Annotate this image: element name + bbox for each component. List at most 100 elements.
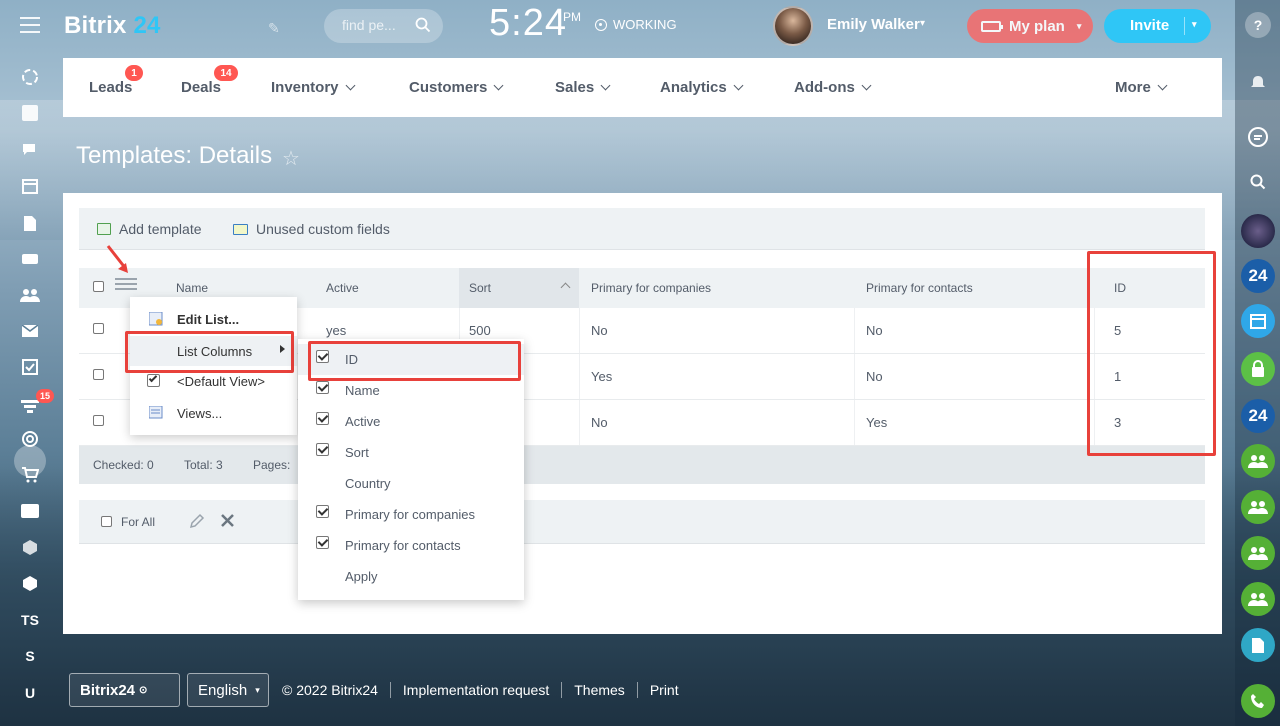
star-icon[interactable]: ☆ (282, 146, 300, 171)
row-checkbox[interactable] (93, 415, 104, 426)
phone-icon[interactable] (1241, 684, 1275, 718)
checkbox-checked[interactable] (316, 412, 329, 425)
column-option-active[interactable]: Active (298, 406, 524, 437)
highlight-box (125, 331, 294, 373)
column-header-primary-contacts[interactable]: Primary for contacts (866, 281, 973, 295)
nav-label: Add-ons (794, 79, 855, 96)
chevron-down-icon[interactable]: ▾ (1192, 19, 1197, 30)
file-icon[interactable] (1241, 628, 1275, 662)
search-icon[interactable] (1241, 165, 1275, 199)
checkbox-checked[interactable] (316, 443, 329, 456)
checkbox-checked[interactable] (316, 381, 329, 394)
search-input[interactable] (342, 17, 412, 33)
sidebar-item-docs[interactable] (19, 213, 41, 233)
nav-item-customers[interactable]: Customers (409, 79, 504, 96)
nav-item-more[interactable]: More (1115, 79, 1168, 96)
sidebar-item-inventory[interactable] (19, 537, 41, 557)
pencil-icon[interactable] (189, 513, 205, 529)
nav-item-sales[interactable]: Sales (555, 79, 611, 96)
nav-item-analytics[interactable]: Analytics (660, 79, 744, 96)
chevron-down-icon[interactable]: ▾ (920, 18, 925, 29)
sidebar-item-employees[interactable] (19, 285, 41, 305)
grid-settings-icon[interactable] (115, 278, 137, 292)
user-name[interactable]: Emily Walker (827, 16, 920, 33)
my-plan-button[interactable]: My plan ▾ (967, 9, 1093, 43)
column-header-primary-companies[interactable]: Primary for companies (591, 281, 711, 295)
bitrix24-icon[interactable]: 24 (1241, 399, 1275, 433)
sidebar-item-s[interactable]: S (19, 646, 41, 666)
search-icon[interactable] (415, 17, 431, 33)
sidebar-item-u[interactable]: U (19, 683, 41, 703)
column-option-primary-contacts[interactable]: Primary for contacts (298, 530, 524, 561)
chat-icon[interactable] (1241, 120, 1275, 154)
apply-button[interactable]: Apply (298, 561, 524, 592)
implementation-request-link[interactable]: Implementation request (403, 682, 549, 698)
sidebar-label: S (25, 648, 35, 664)
search-box[interactable] (324, 9, 443, 43)
delete-icon[interactable] (221, 514, 234, 527)
themes-link[interactable]: Themes (574, 682, 625, 698)
sidebar-item-goals[interactable] (19, 429, 41, 449)
group-icon[interactable] (1241, 536, 1275, 570)
column-header-sort[interactable]: Sort (469, 281, 491, 295)
bitrix24-icon[interactable]: 24 (1241, 259, 1275, 293)
sidebar-item-ts[interactable]: TS (19, 610, 41, 630)
row-checkbox[interactable] (93, 323, 104, 334)
menu-label: Active (345, 414, 381, 429)
invite-button[interactable]: Invite ▾ (1104, 9, 1211, 43)
nav-item-deals[interactable]: Deals 14 (181, 65, 238, 96)
bell-icon[interactable] (1241, 66, 1275, 100)
nav-item-inventory[interactable]: Inventory (271, 79, 355, 96)
cell-active: yes (326, 323, 347, 338)
unused-fields-button[interactable]: Unused custom fields (233, 221, 390, 237)
views-icon (149, 406, 163, 419)
sidebar-item-shop[interactable] (19, 465, 41, 485)
bitrix24-brand-button[interactable]: Bitrix24 ⊙ (69, 673, 180, 707)
help-icon[interactable]: ? (1245, 12, 1271, 38)
column-option-country[interactable]: Country (298, 468, 524, 499)
red-arrow-annotation (106, 245, 128, 273)
edit-icon[interactable]: ✎ (268, 20, 280, 37)
group-icon[interactable] (1241, 444, 1275, 478)
divider (389, 682, 391, 698)
menu-item-edit-list[interactable]: Edit List... (130, 304, 297, 334)
sidebar-item-todo[interactable] (19, 357, 41, 377)
logo[interactable]: Bitrix 24 (64, 12, 161, 40)
nav-label: Analytics (660, 79, 727, 96)
select-all-checkbox[interactable] (93, 281, 104, 292)
nav-item-leads[interactable]: Leads 1 (89, 65, 143, 96)
sidebar-item-calendar[interactable] (19, 176, 41, 196)
battery-icon (981, 20, 1003, 32)
sidebar-item-chat[interactable] (19, 140, 41, 160)
sidebar-item-feed[interactable] (19, 67, 41, 87)
for-all-checkbox[interactable] (101, 516, 112, 527)
sidebar-item-mail[interactable] (19, 321, 41, 341)
group-icon[interactable] (1241, 490, 1275, 524)
sidebar-item-contacts[interactable] (19, 501, 41, 521)
column-header-active[interactable]: Active (326, 281, 359, 295)
language-select[interactable]: English ▾ (187, 673, 269, 707)
group-icon[interactable] (1241, 582, 1275, 616)
sidebar-label: U (24, 685, 36, 701)
sidebar-item-tasks[interactable] (19, 103, 41, 123)
cell-sort: 500 (469, 323, 491, 338)
avatar[interactable] (1241, 214, 1275, 248)
nav-item-addons[interactable]: Add-ons (794, 79, 872, 96)
checkbox-checked[interactable] (316, 505, 329, 518)
column-option-primary-companies[interactable]: Primary for companies (298, 499, 524, 530)
print-link[interactable]: Print (650, 682, 679, 698)
sidebar-item-store[interactable] (19, 573, 41, 593)
add-template-button[interactable]: Add template (97, 221, 202, 237)
column-option-sort[interactable]: Sort (298, 437, 524, 468)
work-status[interactable]: WORKING (595, 17, 677, 32)
menu-icon[interactable] (20, 17, 40, 33)
calendar-icon[interactable] (1241, 304, 1275, 338)
avatar[interactable] (773, 6, 813, 46)
sidebar-item-drive[interactable] (19, 249, 41, 269)
column-header-name[interactable]: Name (176, 281, 208, 295)
lock-icon[interactable] (1241, 352, 1275, 386)
menu-item-views[interactable]: Views... (130, 398, 297, 428)
row-checkbox[interactable] (93, 369, 104, 380)
clock[interactable]: 5:24 (489, 2, 567, 45)
checkbox-checked[interactable] (316, 536, 329, 549)
